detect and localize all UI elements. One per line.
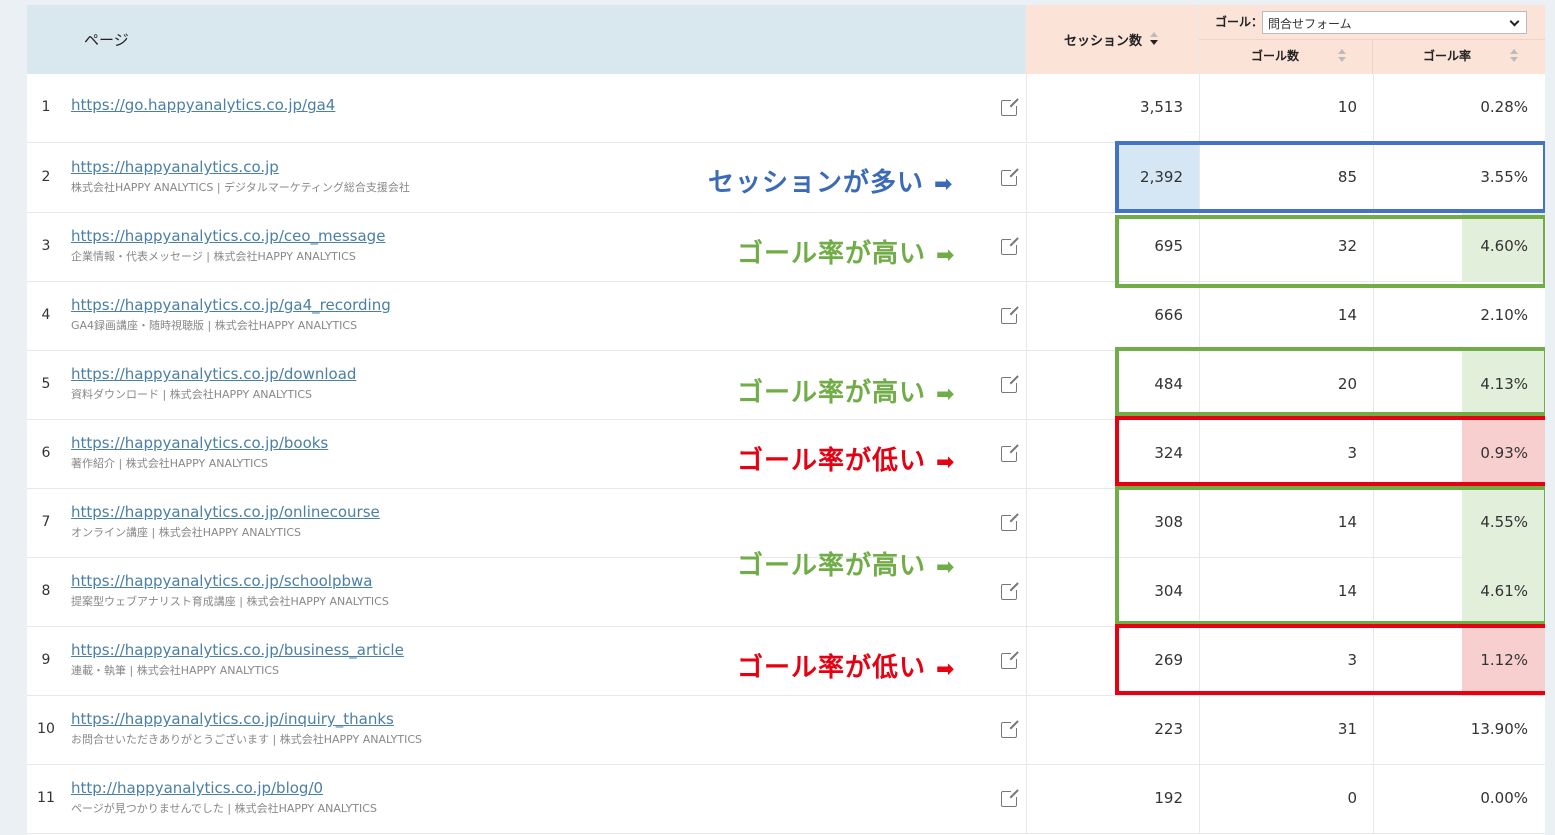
row-number: 10: [37, 721, 55, 737]
annotation-box-high-rate: [1115, 215, 1545, 288]
goals-value: 10: [1337, 98, 1357, 116]
external-link-icon[interactable]: [1001, 98, 1019, 116]
goal-rate-value: 0.00%: [1480, 789, 1528, 807]
arrow-right-icon: ➡: [936, 657, 956, 682]
annotation-box-low-rate: [1115, 416, 1545, 486]
page-title: GA4録画講座・随時視聴版 | 株式会社HAPPY ANALYTICS: [71, 319, 358, 332]
page-url-link[interactable]: https://go.happyanalytics.co.jp/ga4: [71, 96, 335, 114]
arrow-right-icon: ➡: [936, 382, 956, 407]
table-row: 1 https://go.happyanalytics.co.jp/ga4 3,…: [27, 74, 1545, 143]
goals-value: 31: [1337, 720, 1357, 738]
page-url-link[interactable]: https://happyanalytics.co.jp: [71, 158, 279, 176]
goal-column-header: ゴール： 問合せフォーム ゴール数 ゴール率: [1199, 5, 1545, 74]
external-link-icon[interactable]: [1001, 444, 1019, 462]
external-link-icon[interactable]: [1001, 513, 1019, 531]
annotation-box-low-rate: [1115, 624, 1545, 695]
analytics-table: ページ セッション数 ゴール： 問合せフォーム ゴール数 ゴール率 1 http…: [27, 5, 1545, 835]
annotation-label-high-rate: ゴール率が高い ➡: [737, 378, 956, 408]
page-url-link[interactable]: https://happyanalytics.co.jp/ga4_recordi…: [71, 296, 391, 314]
external-link-icon[interactable]: [1001, 582, 1019, 600]
goal-rate-column-label[interactable]: ゴール率: [1423, 47, 1471, 64]
page-url-link[interactable]: https://happyanalytics.co.jp/download: [71, 365, 356, 383]
page-title: 資料ダウンロード | 株式会社HAPPY ANALYTICS: [71, 388, 313, 401]
table-row: 11 http://happyanalytics.co.jp/blog/0 ペー…: [27, 765, 1545, 834]
chevron-down-icon: [1509, 16, 1520, 27]
page-url-link[interactable]: https://happyanalytics.co.jp/inquiry_tha…: [71, 710, 394, 728]
row-number: 4: [41, 307, 51, 323]
page-column-header: ページ: [27, 5, 1026, 74]
annotation-box-high-rate: [1115, 347, 1545, 416]
page-title: ページが見つかりませんでした | 株式会社HAPPY ANALYTICS: [71, 802, 377, 815]
goals-value: 0: [1347, 789, 1357, 807]
table-row: 4 https://happyanalytics.co.jp/ga4_recor…: [27, 282, 1545, 351]
goal-select-label: ゴール：: [1215, 15, 1264, 29]
annotation-label-sessions: セッションが多い ➡: [708, 168, 954, 198]
external-link-icon[interactable]: [1001, 237, 1019, 255]
sessions-value: 3,513: [1140, 98, 1183, 116]
goal-count-column-label[interactable]: ゴール数: [1251, 47, 1299, 64]
annotation-box-sessions: [1115, 141, 1545, 213]
row-number: 1: [41, 99, 51, 115]
row-number: 2: [41, 169, 51, 185]
sessions-column-label: セッション数: [1064, 34, 1143, 49]
row-number: 6: [41, 445, 51, 461]
table-header: ページ セッション数 ゴール： 問合せフォーム ゴール数 ゴール率: [27, 5, 1545, 74]
external-link-icon[interactable]: [1001, 789, 1019, 807]
sort-icon[interactable]: [1338, 49, 1346, 63]
sessions-column-header[interactable]: セッション数: [1026, 5, 1199, 74]
goal-select-value: 問合せフォーム: [1268, 17, 1352, 31]
goal-rate-value: 2.10%: [1480, 306, 1528, 324]
annotation-label-low-rate: ゴール率が低い ➡: [737, 653, 956, 683]
sessions-value: 192: [1154, 789, 1183, 807]
page-url-link[interactable]: https://happyanalytics.co.jp/onlinecours…: [71, 503, 380, 521]
page-url-link[interactable]: https://happyanalytics.co.jp/schoolpbwa: [71, 572, 372, 590]
table-row: 10 https://happyanalytics.co.jp/inquiry_…: [27, 696, 1545, 765]
goal-rate-value: 0.28%: [1480, 98, 1528, 116]
external-link-icon[interactable]: [1001, 375, 1019, 393]
goal-select[interactable]: 問合せフォーム: [1262, 11, 1527, 34]
external-link-icon[interactable]: [1001, 306, 1019, 324]
external-link-icon[interactable]: [1001, 651, 1019, 669]
annotation-box-high-rate: [1115, 486, 1545, 625]
sessions-value: 666: [1154, 306, 1183, 324]
arrow-right-icon: ➡: [934, 172, 954, 197]
annotation-label-high-rate: ゴール率が高い ➡: [737, 551, 956, 581]
row-number: 7: [41, 514, 51, 530]
page-title: 連載・執筆 | 株式会社HAPPY ANALYTICS: [71, 664, 280, 677]
page-title: お問合せいただきありがとうございます | 株式会社HAPPY ANALYTICS: [71, 733, 423, 746]
sessions-value: 223: [1154, 720, 1183, 738]
goal-rate-value: 13.90%: [1470, 720, 1528, 738]
page-url-link[interactable]: http://happyanalytics.co.jp/blog/0: [71, 779, 323, 797]
row-number: 5: [41, 376, 51, 392]
sort-icon[interactable]: [1150, 32, 1158, 46]
row-number: 11: [37, 790, 55, 806]
sort-icon[interactable]: [1510, 49, 1518, 63]
goals-value: 14: [1337, 306, 1357, 324]
header-divider: [1372, 39, 1373, 74]
arrow-right-icon: ➡: [936, 243, 956, 268]
page-title: 株式会社HAPPY ANALYTICS | デジタルマーケティング総合支援会社: [71, 181, 410, 194]
annotation-label-high-rate: ゴール率が高い ➡: [737, 239, 956, 269]
annotation-label-low-rate: ゴール率が低い ➡: [737, 446, 956, 476]
row-number: 8: [41, 583, 51, 599]
page-title: 著作紹介 | 株式会社HAPPY ANALYTICS: [71, 457, 269, 470]
external-link-icon[interactable]: [1001, 720, 1019, 738]
external-link-icon[interactable]: [1001, 168, 1019, 186]
page-url-link[interactable]: https://happyanalytics.co.jp/ceo_message: [71, 227, 385, 245]
arrow-right-icon: ➡: [936, 450, 956, 475]
page-title: 企業情報・代表メッセージ | 株式会社HAPPY ANALYTICS: [71, 250, 356, 263]
row-number: 9: [41, 652, 51, 668]
page-column-label: ページ: [84, 31, 129, 49]
page-title: オンライン講座 | 株式会社HAPPY ANALYTICS: [71, 526, 302, 539]
page-url-link[interactable]: https://happyanalytics.co.jp/business_ar…: [71, 641, 404, 659]
page-title: 提案型ウェブアナリスト育成講座 | 株式会社HAPPY ANALYTICS: [71, 595, 389, 608]
row-number: 3: [41, 238, 51, 254]
arrow-right-icon: ➡: [936, 555, 956, 580]
page-url-link[interactable]: https://happyanalytics.co.jp/books: [71, 434, 328, 452]
